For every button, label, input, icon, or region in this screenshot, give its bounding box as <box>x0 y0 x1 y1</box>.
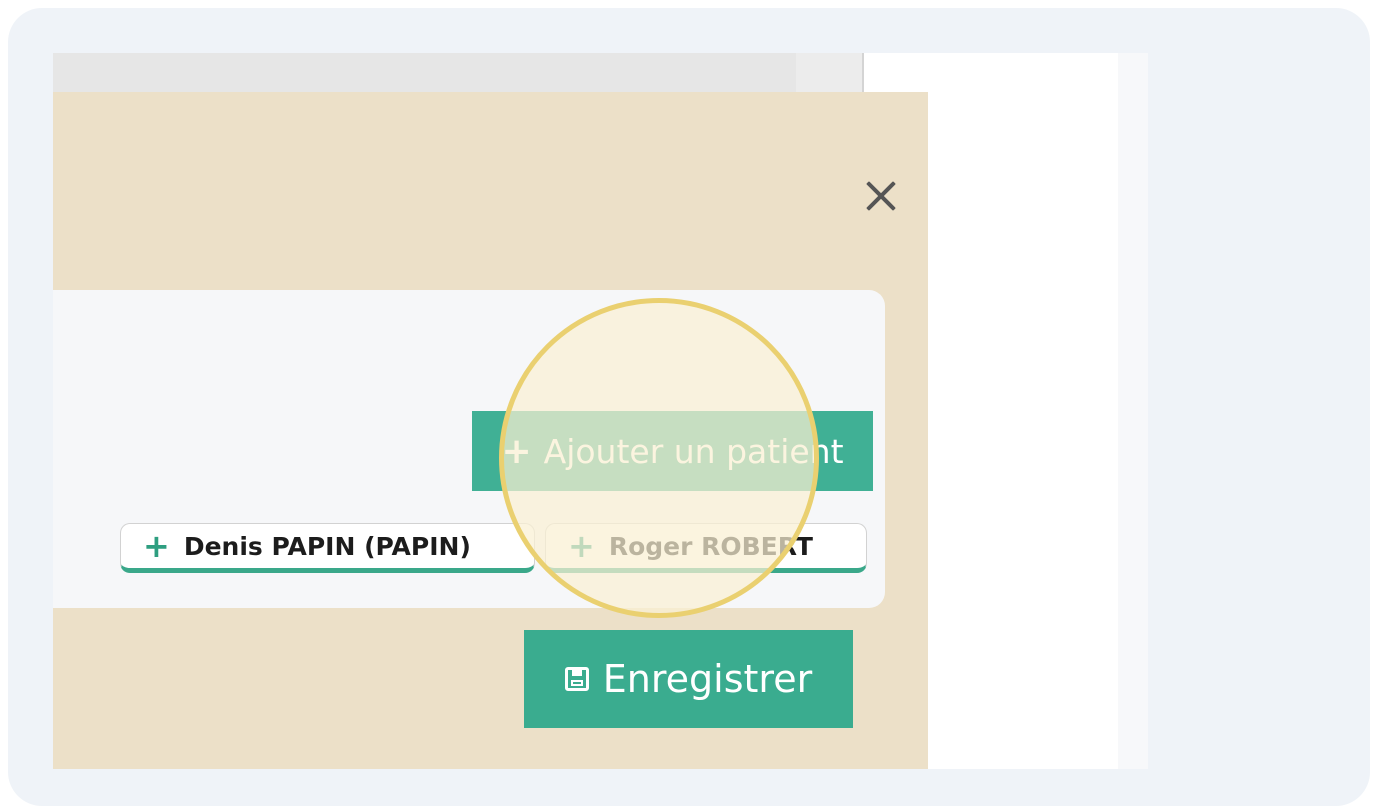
floppy-disk-icon <box>564 667 589 691</box>
patient-chip-label: Denis PAPIN (PAPIN) <box>183 531 471 561</box>
close-icon[interactable] <box>861 176 901 216</box>
patient-modal: + Ajouter un patient + Denis PAPIN (PAPI… <box>53 92 928 769</box>
save-button[interactable]: Enregistrer <box>524 630 853 728</box>
patient-chip-denis-papin[interactable]: + Denis PAPIN (PAPIN) <box>120 523 535 573</box>
plus-icon: + <box>501 430 532 472</box>
patient-chip-label: Roger ROBERT <box>608 531 813 561</box>
screenshot-frame: + Ajouter un patient + Denis PAPIN (PAPI… <box>8 8 1370 806</box>
add-patient-button[interactable]: + Ajouter un patient <box>472 411 873 491</box>
right-side-panel-edge <box>1118 53 1148 769</box>
save-button-label: Enregistrer <box>602 657 813 701</box>
patient-chip-roger-robert[interactable]: + Roger ROBERT <box>545 523 867 573</box>
top-bar-scroll-area <box>796 53 864 93</box>
app-screen: + Ajouter un patient + Denis PAPIN (PAPI… <box>53 53 1148 769</box>
top-bar <box>53 53 796 93</box>
plus-icon: + <box>568 527 595 565</box>
plus-icon: + <box>143 527 170 565</box>
add-patient-label: Ajouter un patient <box>543 431 844 471</box>
